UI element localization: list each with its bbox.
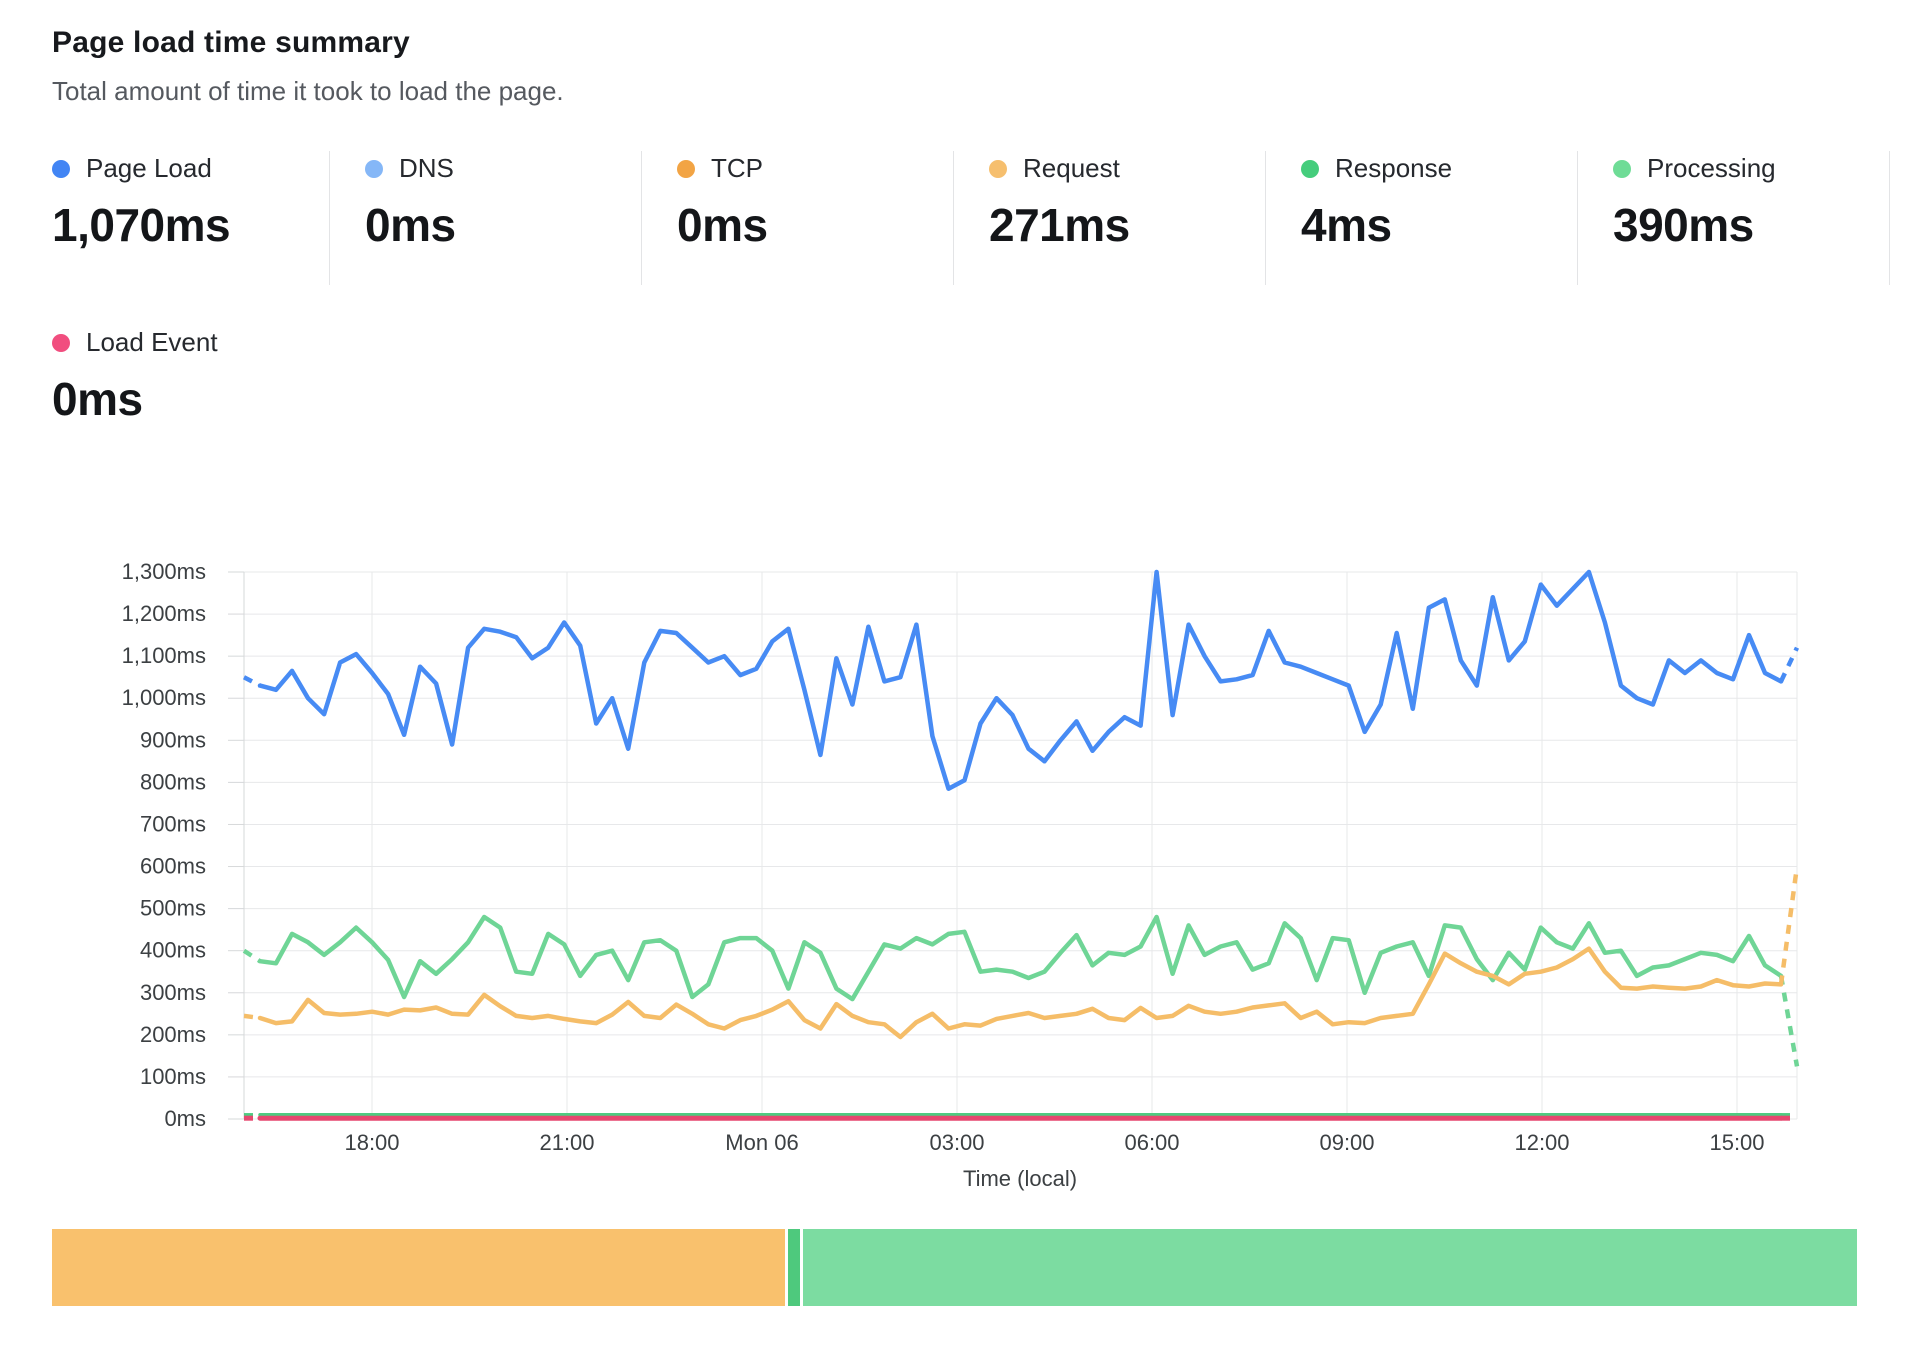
legend-label: Response (1335, 153, 1452, 184)
page-title: Page load time summary (52, 26, 1910, 60)
x-axis-label: 09:00 (1319, 1130, 1374, 1155)
legend-label: TCP (711, 153, 763, 184)
legend-item-page-load[interactable]: Page Load 1,070ms (52, 151, 330, 285)
y-axis-label: 700ms (140, 811, 206, 836)
x-axis-title: Time (local) (963, 1166, 1077, 1191)
legend-item-request[interactable]: Request 271ms (954, 151, 1266, 285)
legend-value: 4ms (1301, 198, 1577, 252)
processing-series-dot-icon (1613, 160, 1631, 178)
tcp-series-dot-icon (677, 160, 695, 178)
y-axis-label: 800ms (140, 769, 206, 794)
legend-row: Page Load 1,070ms DNS 0ms TCP 0ms Request 271ms… (52, 151, 1910, 285)
x-axis-label: 15:00 (1709, 1130, 1764, 1155)
x-axis-label: 12:00 (1514, 1130, 1569, 1155)
page-load-line-dashed-end (1781, 648, 1797, 682)
x-axis-label: 03:00 (929, 1130, 984, 1155)
dns-series-dot-icon (365, 160, 383, 178)
legend-row-secondary: Load Event 0ms (52, 325, 1910, 426)
legend-item-dns[interactable]: DNS 0ms (330, 151, 642, 285)
response-series-dot-icon (1301, 160, 1319, 178)
y-axis-label: 600ms (140, 854, 206, 879)
legend-label: Request (1023, 153, 1120, 184)
request-line-dashed-start (244, 1016, 260, 1018)
x-axis-label: 21:00 (539, 1130, 594, 1155)
legend-item-tcp[interactable]: TCP 0ms (642, 151, 954, 285)
legend-item-response[interactable]: Response 4ms (1266, 151, 1578, 285)
x-axis-label: 06:00 (1124, 1130, 1179, 1155)
processing-line-dashed-end (1781, 976, 1797, 1067)
y-axis-label: 400ms (140, 938, 206, 963)
x-axis-label: Mon 06 (725, 1130, 798, 1155)
legend-label: Processing (1647, 153, 1776, 184)
timeline-segment-request-share[interactable] (52, 1229, 785, 1306)
legend-label: Page Load (86, 153, 212, 184)
legend-value: 271ms (989, 198, 1265, 252)
legend-value: 390ms (1613, 198, 1889, 252)
y-axis-label: 500ms (140, 896, 206, 921)
page-load-line (260, 572, 1781, 789)
legend-value: 0ms (677, 198, 953, 252)
legend-item-load-event[interactable]: Load Event 0ms (52, 325, 218, 426)
legend-value: 1,070ms (52, 198, 329, 252)
legend-value: 0ms (52, 372, 218, 426)
timeline-segment-divider-share[interactable] (788, 1229, 800, 1306)
legend-label: Load Event (86, 327, 218, 358)
request-line-dashed-end (1781, 867, 1797, 985)
legend-label: DNS (399, 153, 454, 184)
y-axis-label: 1,200ms (122, 601, 206, 626)
y-axis-label: 1,100ms (122, 643, 206, 668)
request-series-dot-icon (989, 160, 1007, 178)
legend-item-processing[interactable]: Processing 390ms (1578, 151, 1890, 285)
y-axis-label: 0ms (164, 1106, 206, 1131)
processing-line (260, 917, 1781, 999)
y-axis-label: 1,000ms (122, 685, 206, 710)
y-axis-label: 1,300ms (122, 559, 206, 584)
y-axis-label: 300ms (140, 980, 206, 1005)
y-axis-label: 200ms (140, 1022, 206, 1047)
legend-value: 0ms (365, 198, 641, 252)
page: Page load time summary Total amount of t… (0, 0, 1910, 426)
page-subtitle: Total amount of time it took to load the… (52, 76, 1910, 107)
load-event-series-dot-icon (52, 334, 70, 352)
processing-line-dashed-start (244, 951, 260, 962)
timeline-segment-processing-share[interactable] (803, 1229, 1857, 1306)
x-axis-label: 18:00 (344, 1130, 399, 1155)
timeline-distribution-bar (52, 1229, 1910, 1306)
page-load-series-dot-icon (52, 160, 70, 178)
page-load-line-dashed-start (244, 677, 260, 685)
y-axis-label: 100ms (140, 1064, 206, 1089)
page-load-time-chart[interactable]: 1,300ms 1,200ms 1,100ms 1,000ms 900ms 800ms 70… (0, 446, 1910, 1216)
y-axis-label: 900ms (140, 727, 206, 752)
